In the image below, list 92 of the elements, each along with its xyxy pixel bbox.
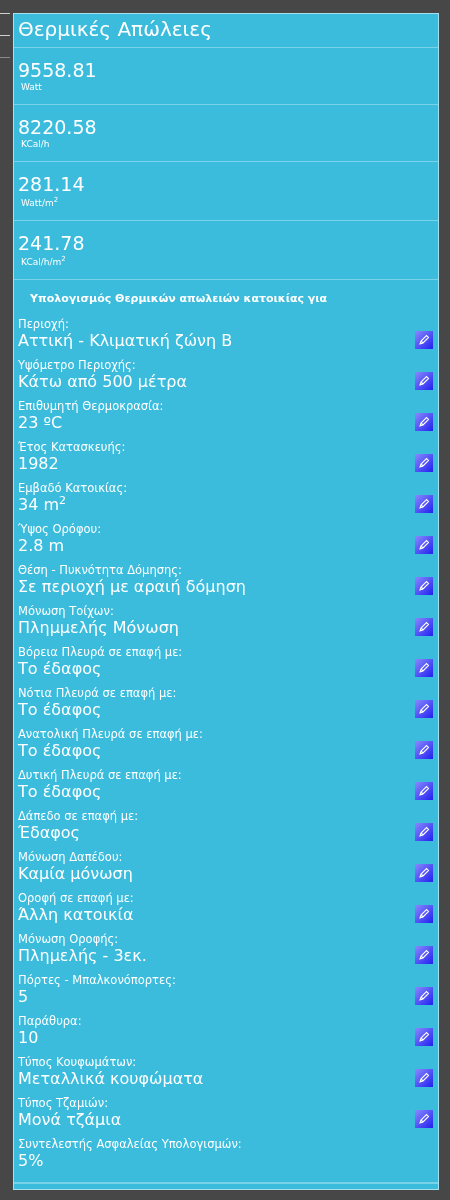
pencil-icon	[418, 826, 430, 838]
edit-button[interactable]	[415, 1028, 433, 1046]
field-label: Τύπος Κουφωμάτων:	[18, 1055, 138, 1069]
field-label: Έτος Κατασκευής:	[18, 440, 127, 454]
result-unit: Watt/m$^{2}$	[20, 196, 60, 208]
edit-button[interactable]	[415, 741, 433, 759]
field-label: Βόρεια Πλευρά σε επαφή με:	[18, 645, 184, 659]
pencil-icon	[418, 334, 430, 346]
result-value: 9558.81	[18, 58, 98, 82]
pencil-icon	[418, 785, 430, 797]
pencil-icon	[418, 621, 430, 633]
result-unit: KCal/h/m$^{2}$	[20, 255, 67, 267]
section-heading: Υπολογισμός Θερμικών απωλειών κατοικίας για	[29, 291, 329, 307]
field-value: Καμία μόνωση	[18, 864, 134, 884]
field-value: Το έδαφος	[18, 659, 103, 679]
field-label: Υψόμετρο Περιοχής:	[18, 358, 137, 372]
field-label: Εμβαδό Κατοικίας:	[18, 481, 129, 495]
field-label: Θέση - Πυκνότητα Δόμησης:	[18, 563, 183, 577]
pencil-icon	[418, 416, 430, 428]
field-label: Επιθυμητή Θερμοκρασία:	[18, 399, 165, 413]
edit-button[interactable]	[415, 905, 433, 923]
field-value: Άλλη κατοικία	[18, 905, 135, 925]
field-label: Δάπεδο σε επαφή με:	[18, 809, 140, 823]
field-value: Μεταλλικά κουφώματα	[18, 1069, 205, 1089]
field-label: Μόνωση Οροφής:	[18, 932, 120, 946]
field-label: Συντελεστής Ασφαλείας Υπολογισμών:	[18, 1137, 243, 1151]
pencil-icon	[418, 867, 430, 879]
field-value: Το έδαφος	[18, 741, 103, 761]
pencil-icon	[418, 990, 430, 1002]
result-value: 8220.58	[18, 115, 98, 139]
edit-button[interactable]	[415, 1110, 433, 1128]
pencil-icon	[418, 498, 430, 510]
field-value: Πλημελής - 3εκ.	[18, 946, 148, 966]
pencil-icon	[418, 1113, 430, 1125]
edit-button[interactable]	[415, 946, 433, 964]
field-label: Μόνωση Δαπέδου:	[18, 850, 124, 864]
field-label: Ανατολική Πλευρά σε επαφή με:	[18, 727, 204, 741]
pencil-icon	[418, 703, 430, 715]
field-label: Τύπος Τζαμιών:	[18, 1096, 110, 1110]
pencil-icon	[418, 949, 430, 961]
edit-button[interactable]	[415, 864, 433, 882]
panel-title: Θερμικές Απώλειες	[14, 14, 438, 48]
pencil-icon	[418, 908, 430, 920]
edit-button[interactable]	[415, 331, 433, 349]
field-label: Ύψος Ορόφου:	[18, 522, 103, 536]
pencil-icon	[418, 1072, 430, 1084]
field-label: Περιοχή:	[18, 317, 70, 331]
edit-button[interactable]	[415, 659, 433, 677]
field-label: Νότια Πλευρά σε επαφή με:	[18, 686, 178, 700]
result-unit: KCal/h	[20, 139, 51, 149]
field-value: Κάτω από 500 μέτρα	[18, 372, 188, 392]
result-value: 241.78	[18, 231, 86, 255]
edit-button[interactable]	[415, 372, 433, 390]
edit-button[interactable]	[415, 536, 433, 554]
field-value: 1982	[18, 454, 60, 474]
edit-button[interactable]	[415, 823, 433, 841]
field-value: Μονά τζάμια	[18, 1110, 123, 1130]
edit-button[interactable]	[415, 577, 433, 595]
field-value: Σε περιοχή με αραιή δόμηση	[18, 577, 247, 597]
field-label: Μόνωση Τοίχων:	[18, 604, 115, 618]
field-value: Πλημμελής Μόνωση	[18, 618, 180, 638]
edit-button[interactable]	[415, 782, 433, 800]
edit-button[interactable]	[415, 700, 433, 718]
field-value: Το έδαφος	[18, 782, 103, 802]
field-value: 23 ºC	[18, 413, 64, 433]
field-value: Έδαφος	[18, 823, 81, 843]
edit-button[interactable]	[415, 495, 433, 513]
field-value: Αττική - Κλιματική ζώνη Β	[18, 331, 234, 351]
field-label: Οροφή σε επαφή με:	[18, 891, 135, 905]
result-unit: Watt	[20, 82, 43, 92]
field-value: 10	[18, 1028, 40, 1048]
field-label: Πόρτες - Μπαλκονόπορτες:	[18, 973, 177, 987]
edit-button[interactable]	[415, 454, 433, 472]
edit-button[interactable]	[415, 618, 433, 636]
field-value: 5	[18, 987, 30, 1007]
pencil-icon	[418, 539, 430, 551]
field-value: 2.8 m	[18, 536, 66, 556]
edit-button[interactable]	[415, 987, 433, 1005]
field-value: Το έδαφος	[18, 700, 103, 720]
edit-button[interactable]	[415, 1069, 433, 1087]
edit-button[interactable]	[415, 413, 433, 431]
pencil-icon	[418, 1031, 430, 1043]
pencil-icon	[418, 457, 430, 469]
pencil-icon	[418, 580, 430, 592]
field-label: Παράθυρα:	[18, 1014, 83, 1028]
field-value: 5%	[18, 1151, 45, 1171]
result-value: 281.14	[18, 172, 86, 196]
field-label: Δυτική Πλευρά σε επαφή με:	[18, 768, 183, 782]
field-value: 34 m$^{2}$	[18, 495, 67, 515]
pencil-icon	[418, 375, 430, 387]
pencil-icon	[418, 744, 430, 756]
pencil-icon	[418, 662, 430, 674]
